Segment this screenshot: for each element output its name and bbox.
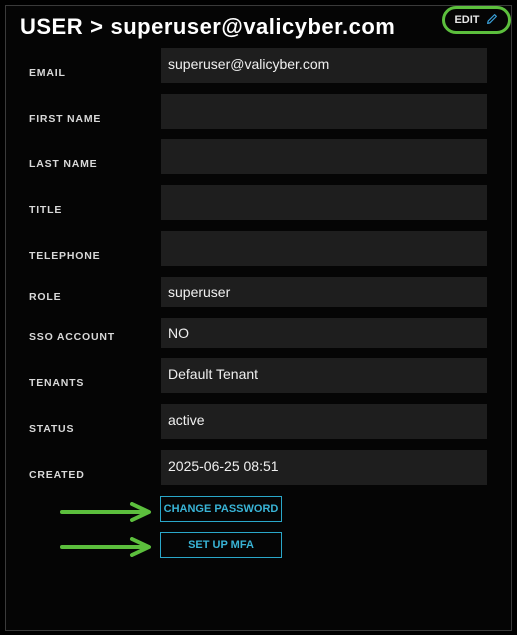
- created-field[interactable]: 2025-06-25 08:51: [161, 450, 487, 485]
- tenants-label: TENANTS: [29, 377, 85, 389]
- annotation-arrow-icon: [60, 502, 151, 522]
- title-username: superuser@valicyber.com: [110, 14, 396, 39]
- pencil-icon: [485, 12, 499, 29]
- first-name-label: FIRST NAME: [29, 113, 102, 125]
- first-name-field[interactable]: [161, 94, 487, 129]
- telephone-field[interactable]: [161, 231, 487, 266]
- edit-button-label: EDIT: [454, 14, 480, 26]
- sso-account-label: SSO ACCOUNT: [29, 331, 115, 343]
- title-field[interactable]: [161, 185, 487, 220]
- annotation-arrow-icon: [60, 537, 151, 557]
- title-section: USER: [20, 14, 84, 39]
- role-field[interactable]: superuser: [161, 277, 487, 307]
- edit-button[interactable]: EDIT: [442, 6, 511, 34]
- status-field[interactable]: active: [161, 404, 487, 439]
- telephone-label: TELEPHONE: [29, 250, 101, 262]
- title-separator: >: [90, 14, 104, 39]
- status-label: STATUS: [29, 423, 75, 435]
- title-label: TITLE: [29, 204, 63, 216]
- tenants-field[interactable]: Default Tenant: [161, 358, 487, 393]
- last-name-field[interactable]: [161, 139, 487, 174]
- page-title: USER > superuser@valicyber.com: [20, 14, 395, 40]
- last-name-label: LAST NAME: [29, 158, 98, 170]
- role-label: ROLE: [29, 291, 62, 303]
- email-field[interactable]: superuser@valicyber.com: [161, 48, 487, 83]
- sso-account-field[interactable]: NO: [161, 318, 487, 348]
- email-label: EMAIL: [29, 67, 66, 79]
- change-password-button[interactable]: CHANGE PASSWORD: [160, 496, 282, 522]
- setup-mfa-button[interactable]: SET UP MFA: [160, 532, 282, 558]
- created-label: CREATED: [29, 469, 85, 481]
